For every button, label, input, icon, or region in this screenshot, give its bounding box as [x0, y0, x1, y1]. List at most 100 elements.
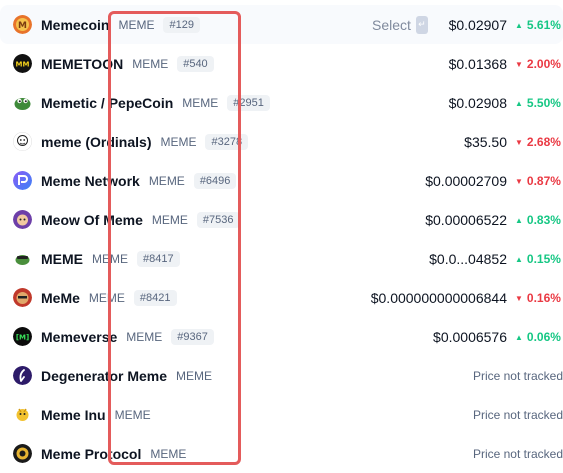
svg-text:M: M [18, 21, 27, 31]
price-change-value: 0.16% [526, 290, 561, 305]
triangle-up-icon: ▲ [515, 98, 523, 108]
coin-price: $0.01368 [448, 55, 507, 72]
rank-badge: #2951 [227, 94, 270, 111]
coin-name: Meow Of Meme [41, 211, 143, 228]
coin-price: $0.0006576 [433, 328, 507, 345]
triangle-up-icon: ▲ [515, 215, 523, 225]
list-item[interactable]: MM MEMETOON MEME #540 $0.01368 ▼ 2.00% [0, 44, 563, 83]
memeverse-logo-icon: [M] [13, 327, 32, 346]
coin-symbol: MEME [114, 407, 151, 422]
price-change-value: 2.68% [526, 134, 561, 149]
list-item[interactable]: Meow Of Meme MEME #7536 $0.00006522 ▲ 0.8… [0, 200, 563, 239]
coin-price: $0.02908 [448, 94, 507, 111]
coin-symbol: MEME [182, 95, 219, 110]
price-change: ▼ 2.00% [515, 57, 563, 71]
coin-symbol: MEME [148, 173, 185, 188]
degenerator-logo-icon [13, 366, 32, 385]
meme-network-logo-icon [13, 171, 32, 190]
triangle-down-icon: ▼ [515, 176, 523, 186]
svg-text:[M]: [M] [16, 334, 29, 342]
price-change: ▼ 0.16% [515, 291, 563, 305]
coin-price: $35.50 [464, 133, 507, 150]
price-not-tracked: Price not tracked [472, 446, 563, 461]
memetic-logo-icon [13, 93, 32, 112]
select-arrow-icon: ↵ [415, 15, 428, 34]
price-change-value: 0.87% [526, 173, 561, 188]
coin-price: $0.02907 [448, 16, 507, 33]
coin-symbol: MEME [126, 329, 163, 344]
triangle-down-icon: ▼ [515, 293, 523, 303]
triangle-down-icon: ▼ [515, 59, 523, 69]
price-not-tracked: Price not tracked [472, 407, 563, 422]
coin-name: Degenerator Meme [41, 367, 168, 384]
coin-price: $0.0...04852 [429, 250, 507, 267]
search-results-list: M Memecoin MEME #129 Select ↵ $0.02907 ▲… [0, 5, 563, 473]
price-change-value: 0.15% [526, 251, 561, 266]
coin-symbol: MEME [118, 17, 155, 32]
price-change-value: 0.83% [526, 212, 561, 227]
price-change-value: 5.50% [526, 95, 561, 110]
rank-badge: #6496 [193, 172, 237, 189]
memecoin-logo-icon: M [13, 15, 32, 34]
price-not-tracked: Price not tracked [472, 368, 563, 383]
list-item[interactable]: meme (Ordinals) MEME #3278 $35.50 ▼ 2.68% [0, 122, 563, 161]
price-change-value: 2.00% [526, 56, 561, 71]
coin-price: $0.00002709 [425, 172, 507, 189]
memetoon-logo-icon: MM [13, 54, 32, 73]
coin-symbol: MEME [88, 290, 125, 305]
rank-badge: #540 [177, 55, 214, 72]
coin-symbol: MEME [92, 251, 128, 266]
coin-name: Meme Network [41, 172, 140, 189]
list-item[interactable]: [M] Memeverse MEME #9367 $0.0006576 ▲ 0.0… [0, 317, 563, 356]
coin-symbol: MEME [160, 134, 197, 149]
list-item[interactable]: M Memecoin MEME #129 Select ↵ $0.02907 ▲… [0, 5, 563, 44]
rank-badge: #3278 [205, 133, 249, 150]
coin-name: Meme Inu [41, 406, 106, 423]
price-change-value: 5.61% [526, 17, 561, 32]
list-item[interactable]: Memetic / PepeCoin MEME #2951 $0.02908 ▲… [0, 83, 563, 122]
meme-logo-icon [13, 249, 32, 268]
meow-of-meme-logo-icon [13, 210, 32, 229]
rank-badge: #8417 [137, 250, 180, 267]
price-change: ▼ 0.87% [515, 174, 563, 188]
price-change: ▼ 2.68% [515, 135, 563, 149]
list-item[interactable]: Meme Network MEME #6496 $0.00002709 ▼ 0.8… [0, 161, 563, 200]
meme-mixed-logo-icon [13, 288, 32, 307]
coin-name: meme (Ordinals) [41, 133, 152, 150]
coin-symbol: MEME [132, 56, 169, 71]
triangle-up-icon: ▲ [515, 332, 523, 342]
list-item[interactable]: Meme Protocol MEME Price not tracked [0, 434, 563, 473]
list-item[interactable]: MEME MEME #8417 $0.0...04852 ▲ 0.15% [0, 239, 563, 278]
coin-name: MEMETOON [41, 55, 124, 72]
rank-badge: #8421 [133, 289, 177, 306]
coin-price: $0.000000000006844 [370, 289, 507, 306]
price-change: ▲ 5.61% [515, 18, 563, 32]
price-change: ▲ 0.06% [515, 330, 563, 344]
coin-symbol: MEME [176, 368, 213, 383]
price-change: ▲ 0.15% [515, 252, 563, 266]
coin-name: Meme Protocol [41, 445, 142, 462]
coin-name: Memetic / PepeCoin [41, 94, 174, 111]
rank-badge: #7536 [196, 211, 240, 228]
triangle-up-icon: ▲ [515, 20, 523, 30]
coin-name: MeMe [41, 289, 80, 306]
select-button[interactable]: Select ↵ [372, 5, 428, 44]
meme-protocol-logo-icon [13, 444, 32, 463]
coin-price: $0.00006522 [425, 211, 507, 228]
list-item[interactable]: MeMe MEME #8421 $0.000000000006844 ▼ 0.16… [0, 278, 563, 317]
coin-name: Memecoin [41, 16, 110, 33]
list-item[interactable]: Meme Inu MEME Price not tracked [0, 395, 563, 434]
triangle-up-icon: ▲ [515, 254, 523, 264]
rank-badge: #129 [163, 16, 200, 33]
price-change-value: 0.06% [526, 329, 561, 344]
meme-ordinals-logo-icon [13, 132, 32, 151]
price-change: ▲ 0.83% [515, 213, 563, 227]
list-item[interactable]: Degenerator Meme MEME Price not tracked [0, 356, 563, 395]
coin-name: MEME [41, 250, 83, 267]
select-label: Select [372, 16, 411, 33]
coin-symbol: MEME [150, 446, 187, 461]
price-change: ▲ 5.50% [515, 96, 563, 110]
meme-inu-logo-icon [13, 405, 32, 424]
triangle-down-icon: ▼ [515, 137, 523, 147]
svg-text:MM: MM [16, 61, 30, 69]
